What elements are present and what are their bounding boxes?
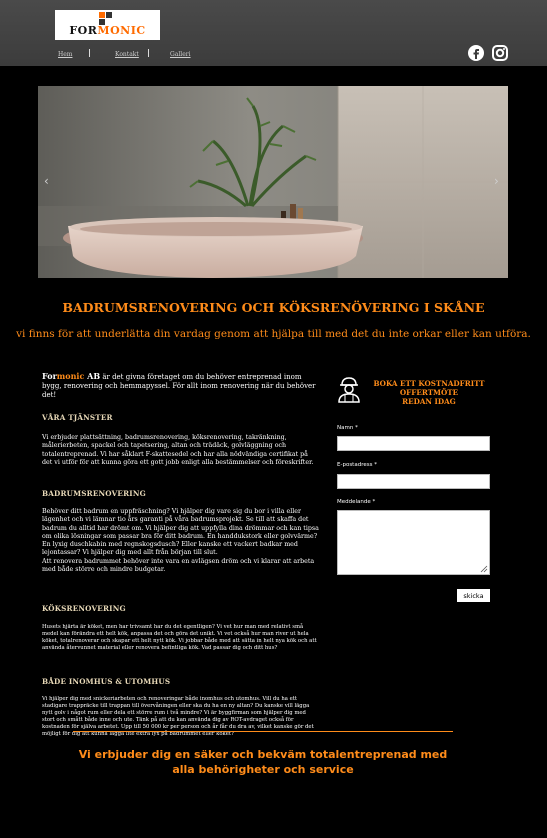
nav-item-hem[interactable]: Hem (58, 51, 72, 58)
section-text-bathroom: Behöver ditt badrum en uppfräschning? Vi… (42, 508, 319, 574)
cta-line: BOKA ETT KOSTNADFRITT (373, 379, 485, 388)
section-title-kitchen: KÖKSRENOVERING (42, 604, 126, 613)
section-text-services: Vi erbjuder plattsättning, badrumsrenove… (42, 434, 314, 466)
submit-button[interactable]: skicka (456, 588, 491, 603)
cta-line: REDAN IDAG (402, 397, 456, 406)
email-field[interactable] (337, 474, 490, 489)
instagram-icon[interactable] (491, 44, 509, 66)
page-headline: BADRUMSRENOVERING OCH KÖKSRENÖVERING I S… (62, 300, 485, 315)
resize-handle-icon[interactable] (480, 565, 488, 573)
closing-statement: Vi erbjuder dig en säker och bekväm tota… (78, 748, 448, 776)
intro-paragraph: Formonic AB är det givna företaget om du… (42, 371, 316, 400)
nav-divider (148, 49, 149, 57)
hero-slideshow[interactable]: ‹ › (38, 86, 508, 278)
slideshow-next-button[interactable]: › (494, 174, 499, 188)
bathroom-photo (38, 86, 508, 278)
logo-wordmark: FORMONIC (69, 24, 146, 37)
section-title-services: VÅRA TJÄNSTER (42, 413, 113, 422)
form-call-to-action: BOKA ETT KOSTNADFRITT OFFERTMÖTE REDAN I… (369, 379, 489, 406)
slideshow-prev-button[interactable]: ‹ (44, 174, 49, 188)
email-label: E-postadress * (337, 462, 377, 468)
message-label: Meddelande * (337, 499, 376, 505)
worker-icon (338, 377, 360, 403)
page-subheadline: vi finns för att underlätta din vardag g… (16, 328, 531, 340)
section-title-bathroom: BADRUMSRENOVERING (42, 489, 146, 498)
divider (73, 731, 453, 732)
name-label: Namn * (337, 425, 358, 431)
site-header: FORMONIC Hem Kontakt Galleri (0, 0, 547, 66)
section-text-kitchen: Husets hjärta är köket, men har trivsamt… (42, 624, 317, 652)
services-column: Formonic AB är det givna företaget om du… (42, 371, 320, 738)
nav-divider (89, 49, 90, 57)
logo[interactable]: FORMONIC (55, 10, 160, 40)
cta-line: OFFERTMÖTE (399, 388, 459, 397)
nav-item-kontakt[interactable]: Kontakt (115, 51, 139, 58)
section-text-indoor-outdoor: Vi hjälper dig med snickeriarbeten och r… (42, 696, 314, 738)
facebook-icon[interactable] (467, 44, 485, 66)
name-field[interactable] (337, 436, 490, 451)
section-title-indoor-outdoor: BÅDE INOMHUS & UTOMHUS (42, 677, 171, 686)
nav-item-galleri[interactable]: Galleri (170, 51, 191, 58)
message-field[interactable] (337, 510, 490, 575)
